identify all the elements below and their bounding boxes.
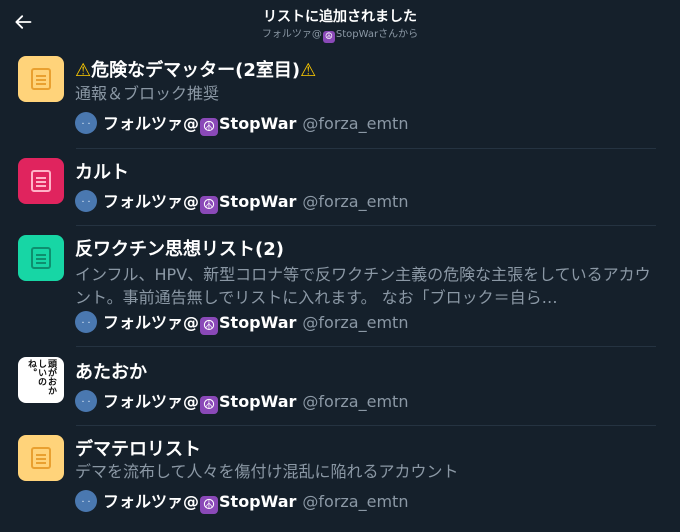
list-image: 頭がおかしいのね。: [18, 357, 64, 403]
list-owner[interactable]: ・・ フォルツァ@ ☮ StopWar @forza_emtn: [75, 389, 409, 414]
list-icon: [18, 158, 64, 204]
list-item[interactable]: ⚠危険なデマッター(2室目)⚠ 通報＆ブロック推奨 ・・ フォルツァ@ ☮ Stop…: [0, 46, 680, 149]
avatar: ・・: [75, 490, 97, 512]
warning-icon: ⚠: [75, 60, 92, 81]
list-item[interactable]: デマテロリスト デマを流布して人々を傷付け混乱に陥れるアカウント ・・ フォルツ…: [0, 426, 680, 526]
peace-icon: ☮: [200, 196, 219, 214]
list-name: ⚠危険なデマッター(2室目)⚠: [75, 60, 317, 81]
list-name: デマテロリスト: [75, 439, 201, 460]
avatar: ・・: [75, 311, 97, 333]
list-icon: [18, 56, 64, 102]
avatar: ・・: [75, 112, 97, 134]
list-owner[interactable]: ・・ フォルツァ@ ☮ StopWar @forza_emtn: [75, 489, 409, 514]
owner-handle: @forza_emtn: [302, 491, 409, 511]
list-glyph-icon: [31, 247, 51, 269]
peace-icon: ☮: [200, 496, 219, 514]
list-description: 通報＆ブロック推奨: [75, 84, 220, 103]
avatar: ・・: [75, 390, 97, 412]
list-item[interactable]: カルト ・・ フォルツァ@ ☮ StopWar @forza_emtn: [0, 149, 680, 226]
list-collection: ⚠危険なデマッター(2室目)⚠ 通報＆ブロック推奨 ・・ フォルツァ@ ☮ Stop…: [0, 46, 680, 526]
list-name: カルト: [75, 162, 129, 183]
list-glyph-icon: [31, 68, 51, 90]
avatar: ・・: [75, 190, 97, 212]
list-owner[interactable]: ・・ フォルツァ@ ☮ StopWar @forza_emtn: [75, 111, 409, 136]
peace-icon: ☮: [200, 396, 219, 414]
list-item[interactable]: 頭がおかしいのね。 あたおか ・・ フォルツァ@ ☮ StopWar @forza_…: [0, 347, 680, 426]
list-description: インフル、HPV、新型コロナ等で反ワクチン主義の危険な主張をしているアカウント。…: [75, 265, 651, 307]
page-title: リストに追加されました: [263, 9, 417, 25]
list-item[interactable]: 反ワクチン思想リスト(2) インフル、HPV、新型コロナ等で反ワクチン主義の危険…: [0, 226, 680, 347]
peace-icon: ☮: [200, 317, 219, 335]
list-owner[interactable]: ・・ フォルツァ@ ☮ StopWar @forza_emtn: [75, 310, 409, 335]
owner-name: フォルツァ@ ☮ StopWar: [103, 492, 297, 514]
owner-name: フォルツァ@ ☮ StopWar: [103, 313, 297, 335]
owner-handle: @forza_emtn: [302, 391, 409, 411]
owner-handle: @forza_emtn: [302, 113, 409, 133]
owner-handle: @forza_emtn: [302, 191, 409, 211]
peace-icon: ☮: [322, 31, 335, 43]
list-glyph-icon: [31, 170, 51, 192]
peace-icon: ☮: [200, 118, 219, 136]
subtitle-owner-prefix: フォルツァ@: [261, 29, 322, 40]
top-bar: リストに追加されました フォルツァ@ ☮ StopWarさんから: [0, 0, 680, 46]
owner-handle: @forza_emtn: [302, 312, 409, 332]
subtitle-owner-suffix: StopWarさんから: [335, 29, 419, 40]
owner-name: フォルツァ@ ☮ StopWar: [103, 192, 297, 214]
list-icon: [18, 235, 64, 281]
list-name: 反ワクチン思想リスト(2): [75, 239, 284, 260]
list-glyph-icon: [31, 447, 51, 469]
list-name: あたおか: [75, 362, 147, 383]
warning-icon: ⚠: [300, 60, 317, 81]
page-subtitle: フォルツァ@ ☮ StopWarさんから: [0, 25, 680, 43]
list-icon: [18, 435, 64, 481]
list-owner[interactable]: ・・ フォルツァ@ ☮ StopWar @forza_emtn: [75, 189, 409, 214]
owner-name: フォルツァ@ ☮ StopWar: [103, 392, 297, 414]
owner-name: フォルツァ@ ☮ StopWar: [103, 114, 297, 136]
list-description: デマを流布して人々を傷付け混乱に陥れるアカウント: [75, 462, 459, 481]
